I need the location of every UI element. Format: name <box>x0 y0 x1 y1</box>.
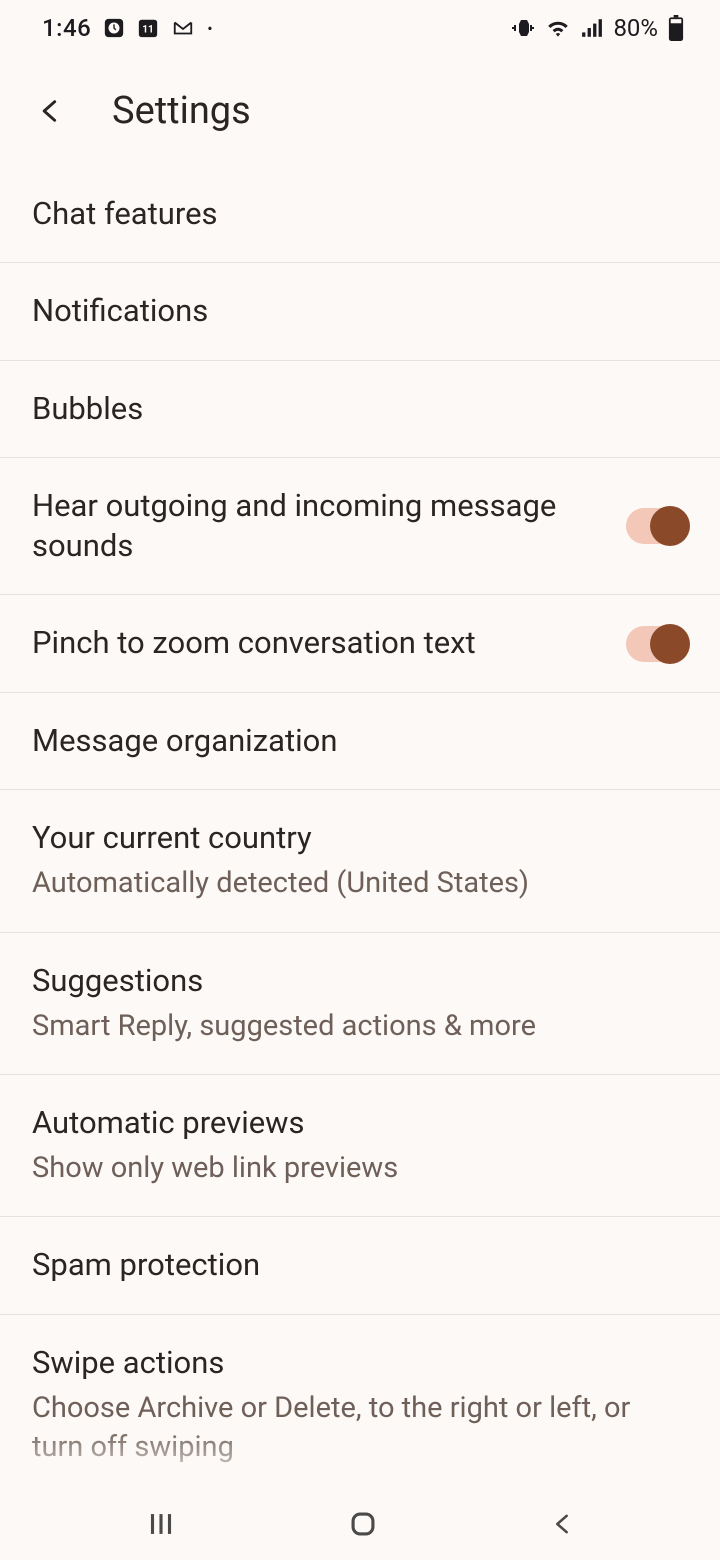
calendar-app-icon: 11 <box>137 17 159 39</box>
svg-text:11: 11 <box>142 25 154 36</box>
item-title: Hear outgoing and incoming message sound… <box>32 486 602 567</box>
item-title: Chat features <box>32 194 688 234</box>
status-time: 1:46 <box>42 14 91 42</box>
vibrate-icon <box>511 16 535 40</box>
item-message-sounds[interactable]: Hear outgoing and incoming message sound… <box>0 458 720 596</box>
toggle-pinch-zoom[interactable] <box>626 626 688 662</box>
status-left: 1:46 11 • <box>42 14 213 42</box>
signal-icon <box>581 17 603 39</box>
dot-icon: • <box>207 19 212 38</box>
gmail-icon <box>171 17 195 39</box>
item-title: Automatic previews <box>32 1103 688 1143</box>
item-subtitle: Smart Reply, suggested actions & more <box>32 1007 688 1046</box>
app-bar: Settings <box>0 56 720 166</box>
page-title: Settings <box>112 89 251 133</box>
item-swipe-actions[interactable]: Swipe actions Choose Archive or Delete, … <box>0 1315 720 1496</box>
toggle-message-sounds[interactable] <box>626 508 688 544</box>
battery-percent: 80% <box>613 14 658 42</box>
home-button[interactable] <box>346 1507 380 1541</box>
item-subtitle: Choose Archive or Delete, to the right o… <box>32 1389 688 1467</box>
item-title: Bubbles <box>32 389 688 429</box>
item-title: Your current country <box>32 818 688 858</box>
clock-app-icon <box>103 17 125 39</box>
item-title: Spam protection <box>32 1245 688 1285</box>
back-button[interactable] <box>32 93 68 129</box>
battery-icon <box>668 15 684 41</box>
status-right: 80% <box>511 14 684 42</box>
item-subtitle: Automatically detected (United States) <box>32 864 688 903</box>
item-pinch-zoom[interactable]: Pinch to zoom conversation text <box>0 595 720 692</box>
item-bubbles[interactable]: Bubbles <box>0 361 720 458</box>
item-title: Pinch to zoom conversation text <box>32 623 602 663</box>
toggle-thumb <box>650 506 690 546</box>
system-nav-bar <box>0 1488 720 1560</box>
nav-back-button[interactable] <box>548 1507 576 1541</box>
settings-list: Chat features Notifications Bubbles Hear… <box>0 166 720 1495</box>
item-subtitle: Show only web link previews <box>32 1149 688 1188</box>
item-spam-protection[interactable]: Spam protection <box>0 1217 720 1314</box>
item-title: Swipe actions <box>32 1343 688 1383</box>
item-suggestions[interactable]: Suggestions Smart Reply, suggested actio… <box>0 933 720 1075</box>
item-title: Notifications <box>32 291 688 331</box>
item-message-organization[interactable]: Message organization <box>0 693 720 790</box>
item-chat-features[interactable]: Chat features <box>0 166 720 263</box>
item-notifications[interactable]: Notifications <box>0 263 720 360</box>
status-bar: 1:46 11 • 80% <box>0 0 720 56</box>
item-current-country[interactable]: Your current country Automatically detec… <box>0 790 720 932</box>
wifi-icon <box>545 17 571 39</box>
item-title: Message organization <box>32 721 688 761</box>
item-automatic-previews[interactable]: Automatic previews Show only web link pr… <box>0 1075 720 1217</box>
toggle-thumb <box>650 624 690 664</box>
item-title: Suggestions <box>32 961 688 1001</box>
recents-button[interactable] <box>144 1507 178 1541</box>
